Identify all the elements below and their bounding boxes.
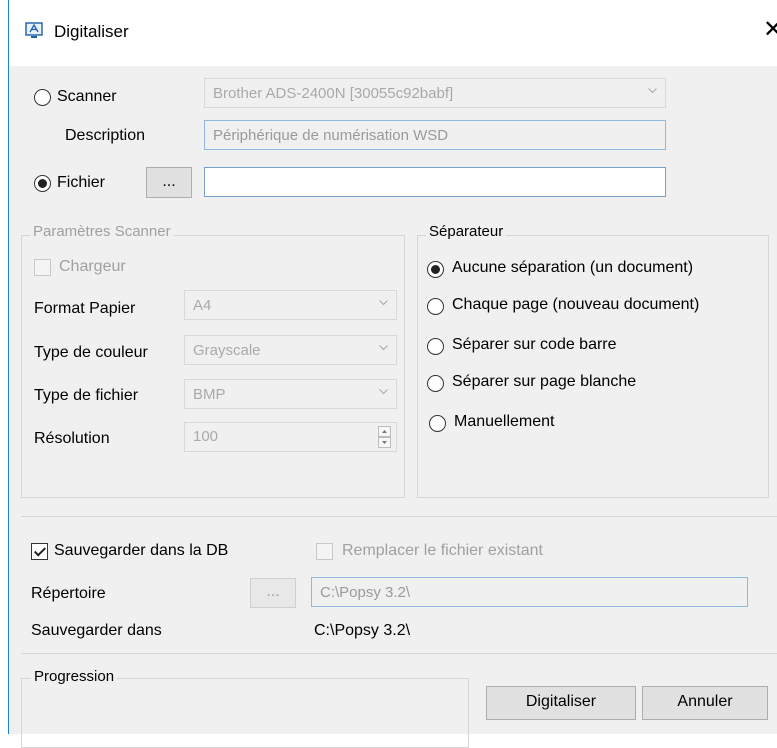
separator-option-page-radio[interactable] [427, 298, 444, 315]
type-fichier-select[interactable]: BMP [184, 379, 397, 409]
progress-title: Progression [31, 668, 118, 685]
chevron-down-icon [379, 300, 388, 306]
scanner-device-value: Brother ADS-2400N [30055c92babf] [213, 85, 454, 102]
save-in-label: Sauvegarder dans [31, 622, 162, 639]
annuler-button[interactable]: Annuler [642, 686, 768, 720]
separator-option-barcode-radio[interactable] [427, 338, 444, 355]
spin-down-icon[interactable] [378, 437, 391, 448]
resolution-value: 100 [193, 428, 219, 445]
separator-option-manual-radio[interactable] [429, 415, 446, 432]
type-fichier-value: BMP [193, 386, 226, 403]
save-in-value: C:\Popsy 3.2\ [314, 622, 411, 639]
fichier-path-field[interactable] [204, 167, 666, 197]
scanner-params-title: Paramètres Scanner [30, 223, 174, 240]
format-papier-select[interactable]: A4 [184, 290, 397, 320]
repertoire-field[interactable]: C:\Popsy 3.2\ [311, 577, 748, 607]
type-fichier-label: Type de fichier [34, 387, 139, 404]
chevron-down-icon [379, 389, 388, 395]
format-papier-value: A4 [193, 297, 212, 314]
description-value: Périphérique de numérisation WSD [213, 127, 449, 144]
resolution-label: Résolution [34, 430, 110, 447]
chargeur-checkbox[interactable] [34, 259, 51, 276]
format-papier-label: Format Papier [34, 300, 136, 317]
description-label: Description [65, 127, 146, 144]
resolution-spinner[interactable]: 100 [184, 422, 397, 452]
separator-option-barcode-label: Séparer sur code barre [452, 336, 617, 353]
replace-file-label: Remplacer le fichier existant [342, 542, 543, 559]
save-db-label: Sauvegarder dans la DB [54, 542, 229, 559]
replace-file-checkbox[interactable] [316, 543, 333, 560]
chargeur-label: Chargeur [59, 258, 126, 275]
repertoire-value: C:\Popsy 3.2\ [320, 584, 411, 601]
type-couleur-value: Grayscale [193, 342, 261, 359]
fichier-radio[interactable] [34, 175, 51, 192]
separator-option-none-radio[interactable] [427, 261, 444, 278]
type-couleur-label: Type de couleur [34, 344, 148, 361]
close-icon[interactable]: ✕ [763, 16, 777, 44]
separator-option-page-label: Chaque page (nouveau document) [452, 296, 700, 313]
separator-option-none-label: Aucune séparation (un document) [452, 259, 694, 276]
scanner-device-select[interactable]: Brother ADS-2400N [30055c92babf] [204, 78, 666, 108]
separator-title: Séparateur [426, 223, 507, 240]
repertoire-label: Répertoire [31, 585, 106, 602]
save-db-checkbox[interactable] [31, 543, 48, 560]
scanner-radio[interactable] [34, 89, 51, 106]
spin-up-icon[interactable] [378, 426, 391, 437]
chevron-down-icon [379, 345, 388, 351]
separator-option-blank-label: Séparer sur page blanche [452, 373, 637, 390]
separator-option-manual-label: Manuellement [454, 413, 555, 430]
scanner-label: Scanner [57, 88, 117, 105]
fichier-browse-button[interactable]: ... [146, 167, 192, 198]
scanner-monitor-icon [25, 22, 43, 38]
digitaliser-button[interactable]: Digitaliser [486, 686, 636, 720]
type-couleur-select[interactable]: Grayscale [184, 335, 397, 365]
chevron-down-icon [648, 88, 657, 94]
separator-option-blank-radio[interactable] [427, 375, 444, 392]
title-bar[interactable]: Digitaliser ✕ [9, 0, 777, 66]
description-field[interactable]: Périphérique de numérisation WSD [204, 120, 666, 150]
fichier-label: Fichier [57, 174, 106, 191]
dialog-client-area: Scanner Brother ADS-2400N [30055c92babf]… [9, 66, 777, 748]
window-title: Digitaliser [54, 22, 129, 41]
repertoire-browse-button[interactable]: ... [250, 578, 296, 608]
progress-group [21, 678, 469, 748]
